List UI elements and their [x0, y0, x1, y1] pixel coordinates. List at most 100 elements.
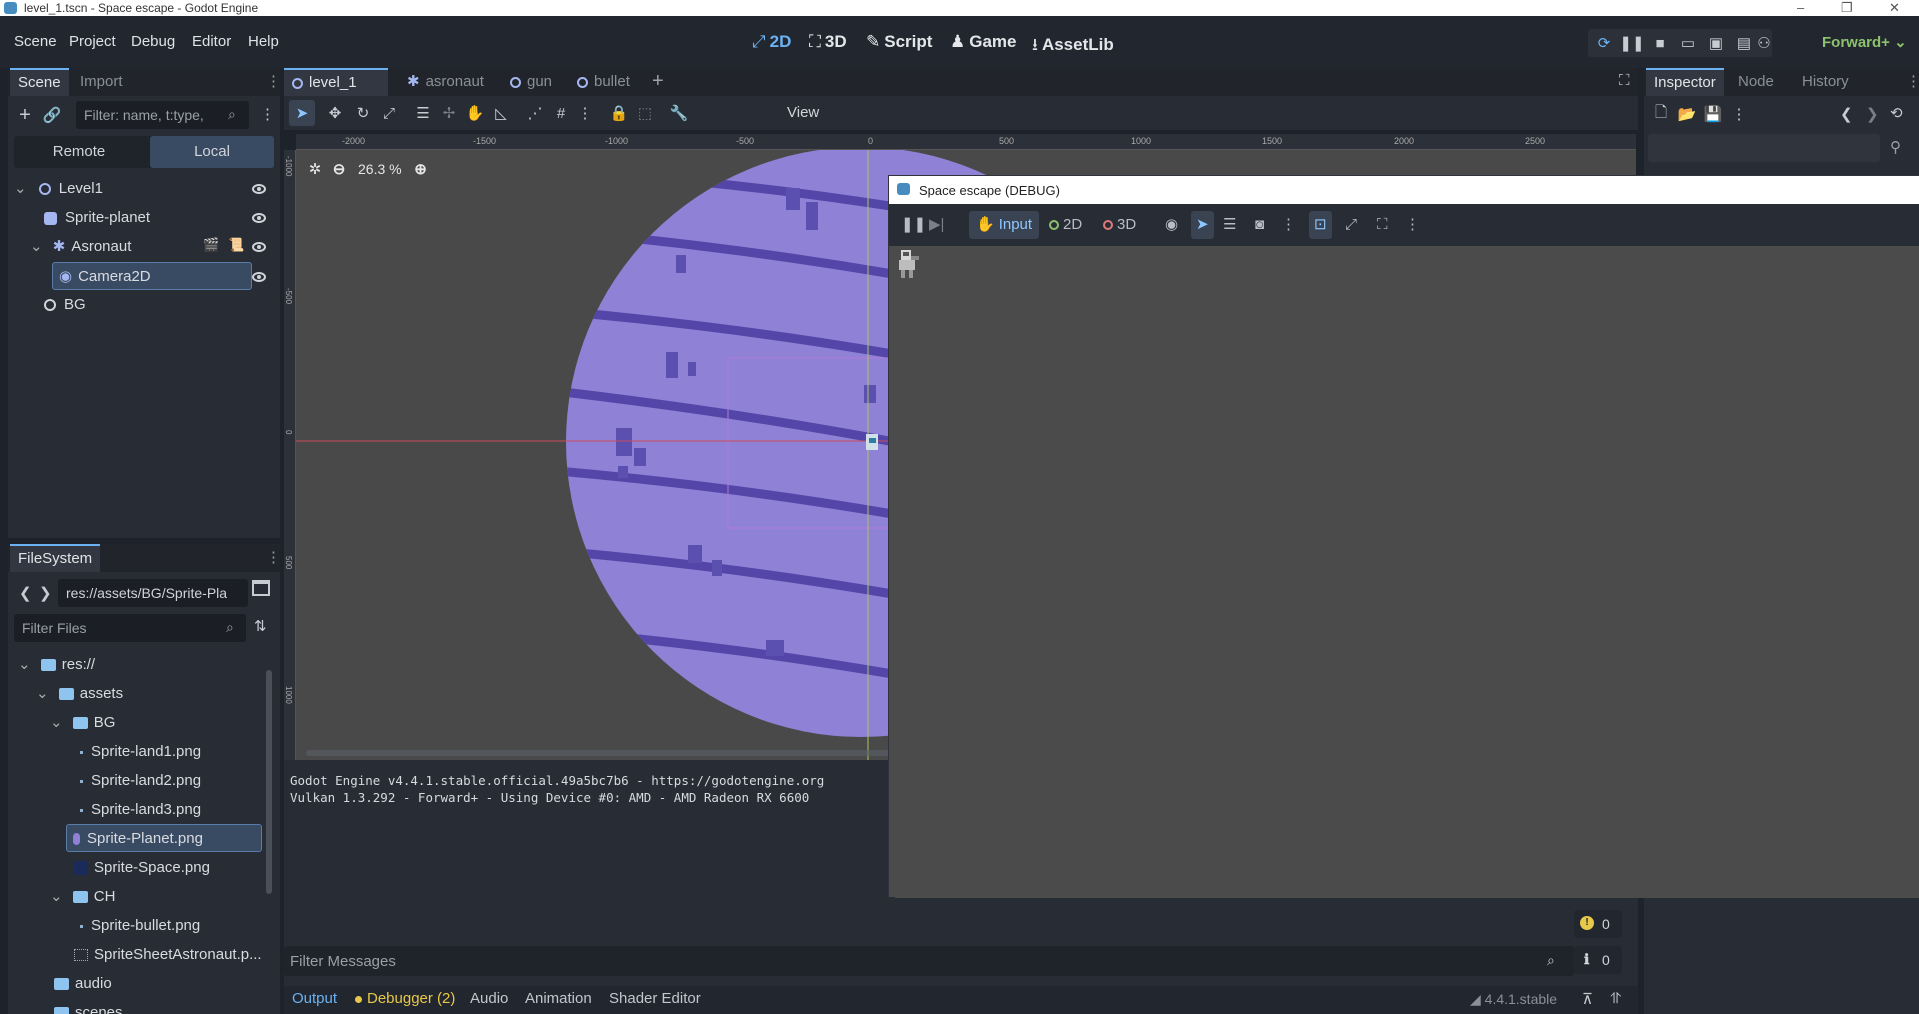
- script-icon[interactable]: 📜: [228, 237, 244, 253]
- folder-ch[interactable]: ⌄ CH: [50, 882, 115, 911]
- history-back-icon[interactable]: ❮: [1840, 105, 1853, 123]
- folder-assets[interactable]: ⌄ assets: [36, 679, 123, 708]
- visibility-eye-icon[interactable]: [252, 213, 266, 223]
- warning-filter-button[interactable]: ! 0: [1574, 910, 1622, 938]
- dock-menu-icon[interactable]: ⋮: [266, 72, 281, 90]
- fit-window-icon[interactable]: ⤢: [1345, 211, 1357, 239]
- tab-node[interactable]: Node: [1730, 68, 1782, 96]
- skeleton-icon[interactable]: 🔧: [666, 100, 692, 126]
- scene-node-sprite-planet[interactable]: Sprite-planet: [44, 203, 274, 232]
- open-resource-icon[interactable]: 📂: [1674, 101, 1700, 127]
- tab-filesystem[interactable]: FileSystem: [10, 544, 101, 572]
- file-sprite-planet[interactable]: Sprite-Planet.png: [66, 824, 262, 852]
- zoom-level[interactable]: 26.3 %: [358, 161, 402, 177]
- remote-debug-icon[interactable]: ▭: [1675, 30, 1701, 56]
- scene-tab-asronaut[interactable]: ✱ asronaut: [399, 68, 492, 96]
- history-forward-icon[interactable]: ❯: [1866, 105, 1879, 123]
- filter-files-input[interactable]: Filter Files ⌕: [14, 614, 246, 642]
- tab-scene[interactable]: Scene: [10, 68, 69, 96]
- tab-history[interactable]: History: [1794, 68, 1857, 96]
- pivot-mode-icon[interactable]: ✢: [436, 100, 462, 126]
- movie-maker-icon[interactable]: ⚇: [1751, 30, 1777, 56]
- pin-icon[interactable]: ⊼: [1582, 990, 1593, 1008]
- file-sprite-bullet[interactable]: Sprite-bullet.png: [80, 911, 200, 940]
- expand-panel-icon[interactable]: ⥣: [1610, 990, 1621, 1007]
- sort-icon[interactable]: ⇅: [254, 617, 267, 635]
- select-icon[interactable]: ➤: [1191, 211, 1214, 239]
- pan-mode-icon[interactable]: ✋: [462, 100, 488, 126]
- workspace-assetlib[interactable]: ⭳ AssetLib: [1032, 32, 1114, 61]
- object-history-icon[interactable]: ⟲: [1890, 104, 1903, 122]
- tab-output[interactable]: Output: [292, 990, 337, 1007]
- mode-2d-button[interactable]: 2D: [1049, 211, 1082, 239]
- dock-menu-icon[interactable]: ⋮: [266, 548, 281, 566]
- pause-game-icon[interactable]: ❚❚: [901, 211, 926, 239]
- instance-scene-link-icon[interactable]: 🔗: [39, 102, 65, 128]
- path-field[interactable]: res://assets/BG/Sprite-Pla: [58, 579, 248, 607]
- input-mode-button[interactable]: ✋ Input: [969, 211, 1040, 239]
- ruler-mode-icon[interactable]: ◺: [488, 100, 514, 126]
- folder-audio[interactable]: audio: [50, 969, 112, 998]
- scene-node-bg[interactable]: BG: [44, 290, 244, 319]
- back-icon[interactable]: ❮: [19, 584, 32, 602]
- file-sprite-land1[interactable]: Sprite-land1.png: [80, 737, 201, 766]
- snap-options-icon[interactable]: ⋮: [572, 100, 598, 126]
- folder-scenes[interactable]: scenes: [50, 998, 123, 1014]
- scene-node-camera2d[interactable]: ◉ Camera2D: [52, 262, 252, 290]
- workspace-2d[interactable]: ⤢ 2D: [752, 32, 791, 52]
- tab-shader-editor[interactable]: Shader Editor: [609, 990, 701, 1007]
- next-frame-icon[interactable]: ▶|: [929, 211, 944, 239]
- folder-res[interactable]: ⌄ res://: [18, 650, 95, 679]
- menu-editor[interactable]: Editor: [192, 33, 231, 50]
- game-options-icon[interactable]: ⋮: [1405, 211, 1420, 239]
- reload-icon[interactable]: ⟳: [1591, 30, 1617, 56]
- tab-animation[interactable]: Animation: [525, 990, 592, 1007]
- move-mode-icon[interactable]: ✥: [322, 100, 348, 126]
- rotate-mode-icon[interactable]: ↻: [350, 100, 376, 126]
- lock-icon[interactable]: 🔒: [606, 100, 632, 126]
- tab-import[interactable]: Import: [72, 68, 131, 96]
- file-sprite-land2[interactable]: Sprite-land2.png: [80, 766, 201, 795]
- close-window-button[interactable]: ✕: [1889, 0, 1900, 16]
- add-scene-tab-icon[interactable]: +: [652, 70, 664, 93]
- visibility-eye-icon[interactable]: [252, 242, 266, 252]
- scene-node-level1[interactable]: ⌄ Level1: [14, 174, 276, 203]
- view-menu[interactable]: View: [787, 104, 819, 121]
- file-sprite-space[interactable]: Sprite-Space.png: [74, 853, 210, 882]
- inspector-search-icon[interactable]: ⚲: [1890, 138, 1901, 156]
- run-current-scene-icon[interactable]: ▣: [1703, 30, 1729, 56]
- list-select-icon[interactable]: ☰: [1223, 211, 1236, 239]
- stop-icon[interactable]: ■: [1647, 30, 1673, 56]
- remote-button[interactable]: Remote: [14, 136, 144, 168]
- camera-override-icon[interactable]: ◙: [1255, 211, 1264, 239]
- tab-inspector[interactable]: Inspector: [1646, 68, 1724, 96]
- center-view-icon[interactable]: ✲: [306, 160, 324, 178]
- fullscreen-icon[interactable]: ⛶: [1377, 211, 1388, 239]
- visibility-icon[interactable]: ◉: [1165, 211, 1178, 239]
- distraction-free-icon[interactable]: ⛶: [1619, 72, 1630, 89]
- new-resource-icon[interactable]: 🗋: [1648, 101, 1674, 127]
- minimize-button[interactable]: –: [1797, 0, 1804, 15]
- tab-audio[interactable]: Audio: [470, 990, 508, 1007]
- menu-debug[interactable]: Debug: [131, 33, 175, 50]
- scene-tab-level1[interactable]: level_1 ✕: [284, 68, 388, 117]
- camera-options-icon[interactable]: ⋮: [1281, 211, 1296, 239]
- tab-debugger[interactable]: Debugger (2): [355, 990, 455, 1007]
- mode-3d-button[interactable]: 3D: [1103, 211, 1136, 239]
- add-node-icon[interactable]: +: [12, 102, 38, 128]
- local-button[interactable]: Local: [150, 136, 274, 168]
- menu-help[interactable]: Help: [248, 33, 279, 50]
- workspace-3d[interactable]: ⛶ 3D: [809, 32, 847, 52]
- inspector-filter-input[interactable]: [1648, 134, 1880, 162]
- renderer-selector[interactable]: Forward+ ⌄: [1822, 33, 1907, 51]
- visibility-eye-icon[interactable]: [252, 184, 266, 194]
- info-filter-button[interactable]: ℹ 0: [1574, 946, 1622, 974]
- menu-project[interactable]: Project: [69, 33, 116, 50]
- maximize-button[interactable]: ❐: [1841, 0, 1853, 16]
- folder-bg[interactable]: ⌄ BG: [50, 708, 115, 737]
- scene-filter-input[interactable]: Filter: name, t:type, ⌕: [76, 101, 249, 129]
- scene-options-icon[interactable]: ⋮: [260, 105, 275, 123]
- save-resource-icon[interactable]: 💾: [1700, 101, 1726, 127]
- list-select-icon[interactable]: ☰: [410, 100, 436, 126]
- split-view-icon[interactable]: [252, 580, 270, 596]
